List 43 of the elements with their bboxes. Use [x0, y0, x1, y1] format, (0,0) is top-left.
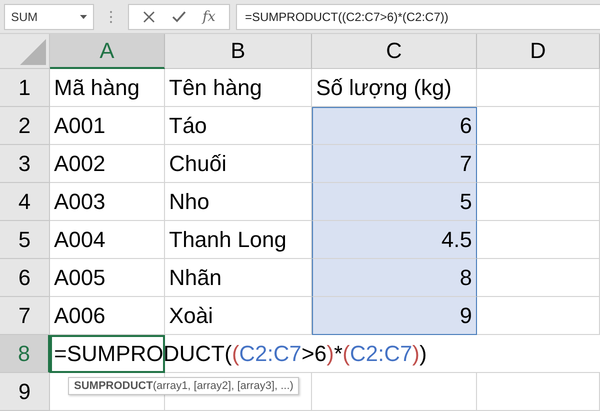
table-cell: A001 — [50, 107, 165, 145]
drag-handle-icon[interactable] — [108, 8, 114, 24]
table-cell: 7 — [312, 145, 477, 183]
dropdown-caret-icon — [80, 14, 87, 18]
table-cell: 9 — [312, 297, 477, 335]
table-cell: A005 — [50, 259, 165, 297]
table-cell: Số lượng (kg) — [312, 69, 477, 107]
table-cell: Táo — [165, 107, 312, 145]
table-cell: Mã hàng — [50, 69, 165, 107]
table-cell: Chuối — [165, 145, 312, 183]
insert-function-button[interactable]: fx — [199, 6, 219, 26]
formula-field[interactable]: =SUMPRODUCT((C2:C7>6)*(C2:C7)) — [236, 4, 600, 30]
row-header[interactable]: 5 — [0, 221, 50, 259]
table-cell: A003 — [50, 183, 165, 221]
table-cell: Xoài — [165, 297, 312, 335]
triangle-icon — [20, 39, 46, 65]
column-header[interactable]: A — [50, 34, 165, 69]
check-icon — [171, 10, 187, 24]
table-cell: A004 — [50, 221, 165, 259]
row-header[interactable]: 6 — [0, 259, 50, 297]
row-header[interactable]: 1 — [0, 69, 50, 107]
column-header[interactable]: B — [165, 34, 312, 69]
table-cell: Nho — [165, 183, 312, 221]
column-header[interactable]: C — [312, 34, 477, 69]
row-header[interactable]: 4 — [0, 183, 50, 221]
function-tooltip: SUMPRODUCT(array1, [array2], [array3], ...) — [68, 377, 300, 395]
name-box[interactable]: SUM — [4, 4, 94, 30]
row-header[interactable]: 3 — [0, 145, 50, 183]
row-header[interactable]: 2 — [0, 107, 50, 145]
table-cell: 8 — [312, 259, 477, 297]
table-cell: 6 — [312, 107, 477, 145]
column-header[interactable]: D — [477, 34, 600, 69]
row-header[interactable]: 8 — [0, 335, 50, 373]
table-cell: A006 — [50, 297, 165, 335]
close-icon — [142, 10, 156, 24]
row-header[interactable]: 7 — [0, 297, 50, 335]
table-cell: 5 — [312, 183, 477, 221]
table-cell: Thanh Long — [165, 221, 312, 259]
table-cell: A002 — [50, 145, 165, 183]
table-cell: Tên hàng — [165, 69, 312, 107]
table-cell: Nhãn — [165, 259, 312, 297]
row-header[interactable]: 9 — [0, 373, 50, 411]
table-cell: 4.5 — [312, 221, 477, 259]
